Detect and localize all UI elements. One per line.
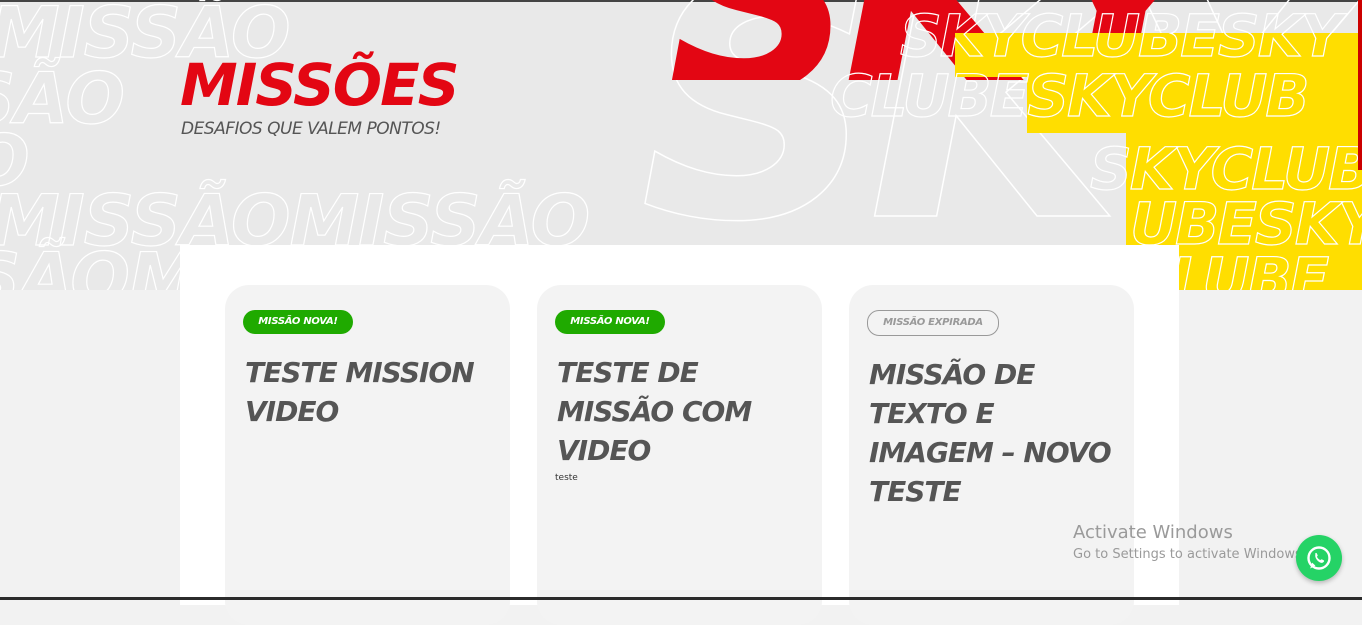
mission-status-badge: MISSÃO EXPIRADA: [867, 310, 999, 336]
mission-card[interactable]: MISSÃO NOVA! TESTE DE MISSÃO COM VIDEO t…: [537, 285, 822, 625]
whatsapp-button[interactable]: [1296, 535, 1342, 581]
windows-activation-watermark: Activate Windows Go to Settings to activ…: [1073, 522, 1306, 562]
missions-panel: MISSÃO NOVA! TESTE MISSION VIDEO MISSÃO …: [180, 245, 1179, 625]
mission-title[interactable]: TESTE MISSION VIDEO: [245, 353, 495, 431]
watermark-line1: Activate Windows: [1073, 522, 1233, 543]
mission-status-badge: MISSÃO NOVA!: [555, 310, 665, 334]
whatsapp-icon: [1307, 546, 1331, 570]
watermark-line2: Go to Settings to activate Windows.: [1073, 547, 1306, 562]
mission-card[interactable]: MISSÃO EXPIRADA MISSÃO DE TEXTO E IMAGEM…: [849, 285, 1134, 625]
mission-title[interactable]: TESTE DE MISSÃO COM VIDEO: [557, 353, 807, 470]
scroll-indicator: [1358, 0, 1362, 170]
mission-description: teste: [555, 473, 578, 483]
bg-pattern-word: CLUBESKYCLUB: [829, 61, 1310, 130]
mission-status-badge: MISSÃO NOVA!: [243, 310, 353, 334]
mission-card[interactable]: MISSÃO NOVA! TESTE MISSION VIDEO: [225, 285, 510, 625]
page-subtitle: DESAFIOS QUE VALEM PONTOS!: [181, 119, 441, 139]
bg-pattern-word: SKYCLUBESKY: [899, 1, 1343, 70]
mission-title[interactable]: MISSÃO DE TEXTO E IMAGEM – NOVO TESTE: [869, 355, 1119, 511]
page-title: MISSÕES: [180, 51, 459, 119]
